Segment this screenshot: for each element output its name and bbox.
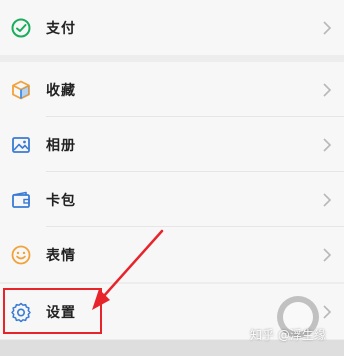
menu-item-album[interactable]: 相册 xyxy=(0,117,344,172)
favorites-cube-icon xyxy=(10,79,32,101)
chevron-right-icon xyxy=(322,192,332,208)
settings-menu-screen: 支付 收藏 相册 卡包 表情 设置 知乎 @浮生缘 xyxy=(0,0,344,356)
chevron-right-icon xyxy=(322,137,332,153)
menu-item-pay-label: 支付 xyxy=(46,20,76,37)
card-wallet-icon xyxy=(10,189,32,211)
emoji-smile-icon xyxy=(10,244,32,266)
menu-item-pay[interactable]: 支付 xyxy=(0,0,344,55)
menu-item-card-wallet[interactable]: 卡包 xyxy=(0,172,344,227)
watermark-text: 知乎 @浮生缘 xyxy=(250,328,326,342)
chevron-right-icon xyxy=(322,247,332,263)
album-picture-icon xyxy=(10,134,32,156)
chevron-right-icon xyxy=(322,304,332,320)
menu-item-favorites[interactable]: 收藏 xyxy=(0,62,344,117)
menu-item-emoji[interactable]: 表情 xyxy=(0,227,344,282)
menu-item-emoji-label: 表情 xyxy=(46,247,76,264)
chevron-right-icon xyxy=(322,82,332,98)
menu-item-card-wallet-label: 卡包 xyxy=(46,192,76,209)
menu-item-favorites-label: 收藏 xyxy=(46,82,76,99)
menu-item-album-label: 相册 xyxy=(46,137,76,154)
chevron-right-icon xyxy=(322,20,332,36)
settings-highlight-box xyxy=(3,288,102,334)
pay-check-icon xyxy=(10,17,32,39)
